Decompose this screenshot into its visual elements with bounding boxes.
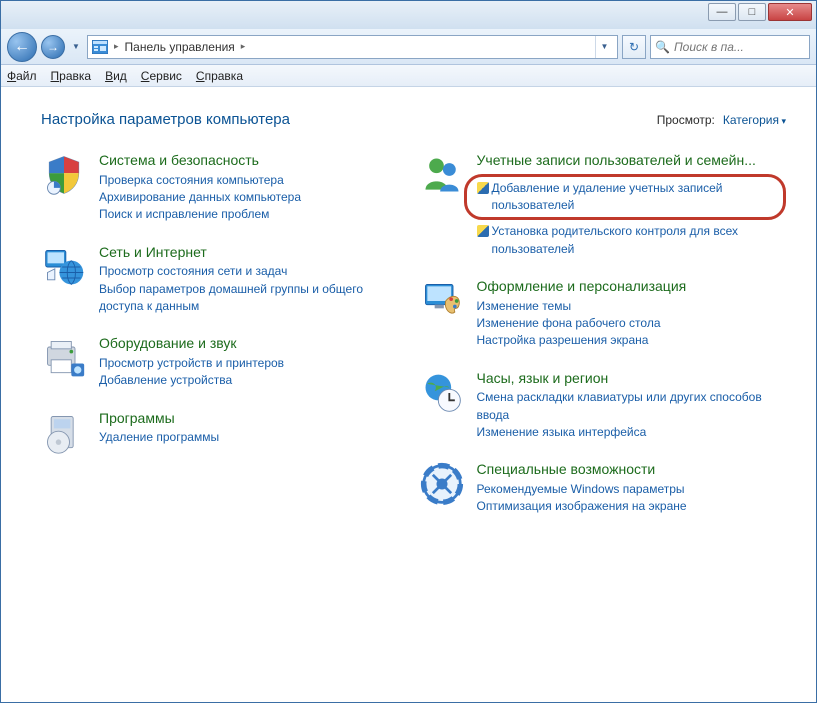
- content-header: Настройка параметров компьютера Просмотр…: [41, 111, 786, 128]
- category-title[interactable]: Программы: [99, 410, 409, 428]
- category-link-add-remove-accounts[interactable]: Добавление и удаление учетных записей по…: [477, 180, 774, 215]
- categories-right-col: Учетные записи пользователей и семейн...…: [419, 152, 787, 516]
- category-link[interactable]: Смена раскладки клавиатуры или других сп…: [477, 389, 787, 424]
- category-link[interactable]: Просмотр устройств и принтеров: [99, 355, 409, 372]
- category-hardware: Оборудование и звук Просмотр устройств и…: [41, 335, 409, 389]
- refresh-button[interactable]: ↻: [622, 35, 646, 59]
- category-link[interactable]: Оптимизация изображения на экране: [477, 498, 787, 515]
- category-clock-region: Часы, язык и регион Смена раскладки клав…: [419, 370, 787, 442]
- printer-hardware-icon: [41, 335, 87, 381]
- menu-service[interactable]: Сервис: [141, 69, 182, 83]
- menu-view[interactable]: Вид: [105, 69, 127, 83]
- view-by-dropdown[interactable]: Категория: [723, 113, 786, 127]
- monitor-paint-icon: [419, 278, 465, 324]
- category-network: Сеть и Интернет Просмотр состояния сети …: [41, 244, 409, 316]
- menu-edit[interactable]: Правка: [51, 69, 92, 83]
- forward-button[interactable]: →: [41, 35, 65, 59]
- categories-grid: Система и безопасность Проверка состояни…: [41, 152, 786, 516]
- page-title: Настройка параметров компьютера: [41, 111, 657, 128]
- category-title[interactable]: Оборудование и звук: [99, 335, 409, 353]
- category-link[interactable]: Архивирование данных компьютера: [99, 189, 409, 206]
- category-title[interactable]: Оформление и персонализация: [477, 278, 787, 296]
- category-title[interactable]: Сеть и Интернет: [99, 244, 409, 262]
- address-dropdown[interactable]: ▼: [595, 36, 613, 58]
- menu-bar: Файл Правка Вид Сервис Справка: [1, 65, 816, 87]
- address-bar[interactable]: ▸ Панель управления ▸ ▼: [87, 35, 618, 59]
- search-input[interactable]: [674, 40, 805, 54]
- close-button[interactable]: ✕: [768, 3, 812, 21]
- category-link[interactable]: Поиск и исправление проблем: [99, 206, 409, 223]
- titlebar: — □ ✕: [1, 1, 816, 29]
- back-button[interactable]: ←: [7, 32, 37, 62]
- globe-network-icon: [41, 244, 87, 290]
- menu-help[interactable]: Справка: [196, 69, 243, 83]
- control-panel-window: — □ ✕ ← → ▼ ▸ Панель управления ▸ ▼ ↻ 🔍 …: [0, 0, 817, 703]
- clock-globe-icon: [419, 370, 465, 416]
- category-title[interactable]: Система и безопасность: [99, 152, 409, 170]
- search-box[interactable]: 🔍: [650, 35, 810, 59]
- disc-box-icon: [41, 410, 87, 456]
- control-panel-icon: [92, 40, 108, 54]
- category-appearance: Оформление и персонализация Изменение те…: [419, 278, 787, 350]
- category-system-security: Система и безопасность Проверка состояни…: [41, 152, 409, 224]
- categories-left-col: Система и безопасность Проверка состояни…: [41, 152, 409, 516]
- category-programs: Программы Удаление программы: [41, 410, 409, 456]
- category-title[interactable]: Часы, язык и регион: [477, 370, 787, 388]
- ease-of-access-icon: [419, 461, 465, 507]
- breadcrumb-sep-icon[interactable]: ▸: [241, 41, 246, 52]
- category-link[interactable]: Удаление программы: [99, 429, 409, 446]
- shield-pie-icon: [41, 152, 87, 198]
- category-link[interactable]: Изменение фона рабочего стола: [477, 315, 787, 332]
- maximize-button[interactable]: □: [738, 3, 766, 21]
- category-link[interactable]: Настройка разрешения экрана: [477, 332, 787, 349]
- search-icon: 🔍: [655, 40, 670, 54]
- breadcrumb-sep-icon: ▸: [114, 41, 119, 52]
- category-link[interactable]: Просмотр состояния сети и задач: [99, 263, 409, 280]
- category-link[interactable]: Проверка состояния компьютера: [99, 172, 409, 189]
- category-title[interactable]: Учетные записи пользователей и семейн...: [477, 152, 787, 170]
- breadcrumb-root[interactable]: Панель управления: [125, 40, 235, 54]
- category-link[interactable]: Рекомендуемые Windows параметры: [477, 481, 787, 498]
- category-ease-of-access: Специальные возможности Рекомендуемые Wi…: [419, 461, 787, 515]
- category-link[interactable]: Изменение языка интерфейса: [477, 424, 787, 441]
- nav-history-dropdown[interactable]: ▼: [69, 32, 83, 62]
- category-link[interactable]: Изменение темы: [477, 298, 787, 315]
- highlight-marker: Добавление и удаление учетных записей по…: [464, 174, 787, 221]
- category-link-parental-controls[interactable]: Установка родительского контроля для все…: [477, 223, 787, 258]
- users-icon: [419, 152, 465, 198]
- category-link[interactable]: Выбор параметров домашней группы и общег…: [99, 281, 409, 316]
- category-link[interactable]: Добавление устройства: [99, 372, 409, 389]
- nav-bar: ← → ▼ ▸ Панель управления ▸ ▼ ↻ 🔍: [1, 29, 816, 65]
- category-title[interactable]: Специальные возможности: [477, 461, 787, 479]
- menu-file[interactable]: Файл: [7, 69, 37, 83]
- category-user-accounts: Учетные записи пользователей и семейн...…: [419, 152, 787, 258]
- view-by-label: Просмотр:: [657, 113, 715, 127]
- content-area: Настройка параметров компьютера Просмотр…: [1, 87, 816, 702]
- minimize-button[interactable]: —: [708, 3, 736, 21]
